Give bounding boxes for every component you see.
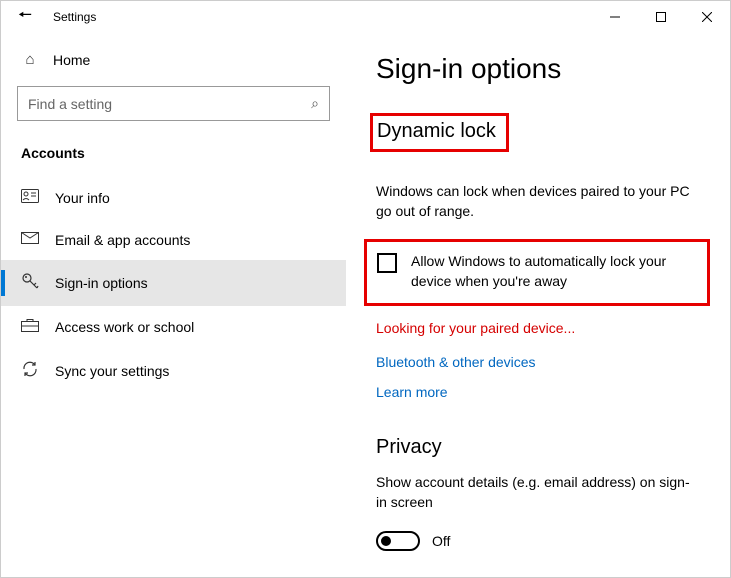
home-nav[interactable]: ⌂ Home [1, 41, 346, 78]
window-controls [592, 1, 730, 33]
sidebar-item-label: Email & app accounts [55, 232, 190, 248]
key-icon [21, 272, 39, 294]
sidebar: ⌂ Home ⌕ Accounts Your info Email & app … [1, 33, 346, 577]
back-button[interactable]: 🠔 [9, 1, 41, 33]
dynamic-lock-description: Windows can lock when devices paired to … [376, 182, 700, 221]
privacy-description: Show account details (e.g. email address… [376, 473, 700, 512]
dynamic-lock-checkbox-block: Allow Windows to automatically lock your… [364, 239, 710, 306]
toggle-knob [381, 536, 391, 546]
sidebar-item-label: Access work or school [55, 319, 194, 335]
bluetooth-link[interactable]: Bluetooth & other devices [376, 354, 700, 370]
briefcase-icon [21, 318, 39, 336]
home-label: Home [53, 52, 90, 68]
section-header: Accounts [1, 137, 346, 177]
dynamic-lock-heading: Dynamic lock [370, 113, 509, 152]
sidebar-item-your-info[interactable]: Your info [1, 177, 346, 219]
search-input[interactable] [28, 96, 290, 112]
page-title: Sign-in options [376, 53, 700, 85]
maximize-button[interactable] [638, 1, 684, 33]
sidebar-item-label: Your info [55, 190, 110, 206]
privacy-toggle[interactable] [376, 531, 420, 551]
dynamic-lock-checkbox-row[interactable]: Allow Windows to automatically lock your… [377, 252, 697, 291]
sync-icon [21, 360, 39, 382]
privacy-toggle-state: Off [432, 533, 450, 549]
sidebar-item-access-work-school[interactable]: Access work or school [1, 306, 346, 348]
learn-more-link[interactable]: Learn more [376, 384, 700, 400]
titlebar: 🠔 Settings [1, 1, 730, 33]
dynamic-lock-checkbox[interactable] [377, 253, 397, 273]
sidebar-item-sync-settings[interactable]: Sync your settings [1, 348, 346, 394]
maximize-icon [656, 12, 666, 22]
close-button[interactable] [684, 1, 730, 33]
privacy-heading: Privacy [376, 436, 700, 459]
minimize-button[interactable] [592, 1, 638, 33]
sidebar-item-label: Sign-in options [55, 275, 148, 291]
person-card-icon [21, 189, 39, 207]
close-icon [702, 12, 712, 22]
window-title: Settings [53, 10, 96, 24]
main-content: Sign-in options Dynamic lock Windows can… [346, 33, 730, 577]
mail-icon [21, 231, 39, 248]
dynamic-lock-checkbox-label: Allow Windows to automatically lock your… [411, 252, 697, 291]
minimize-icon [610, 12, 620, 22]
sidebar-item-label: Sync your settings [55, 363, 169, 379]
sidebar-item-sign-in-options[interactable]: Sign-in options [1, 260, 346, 306]
home-icon: ⌂ [21, 51, 39, 68]
search-icon: ⌕ [311, 95, 319, 112]
pairing-status: Looking for your paired device... [376, 320, 700, 336]
sidebar-item-email-accounts[interactable]: Email & app accounts [1, 219, 346, 260]
search-box[interactable]: ⌕ [17, 86, 330, 121]
